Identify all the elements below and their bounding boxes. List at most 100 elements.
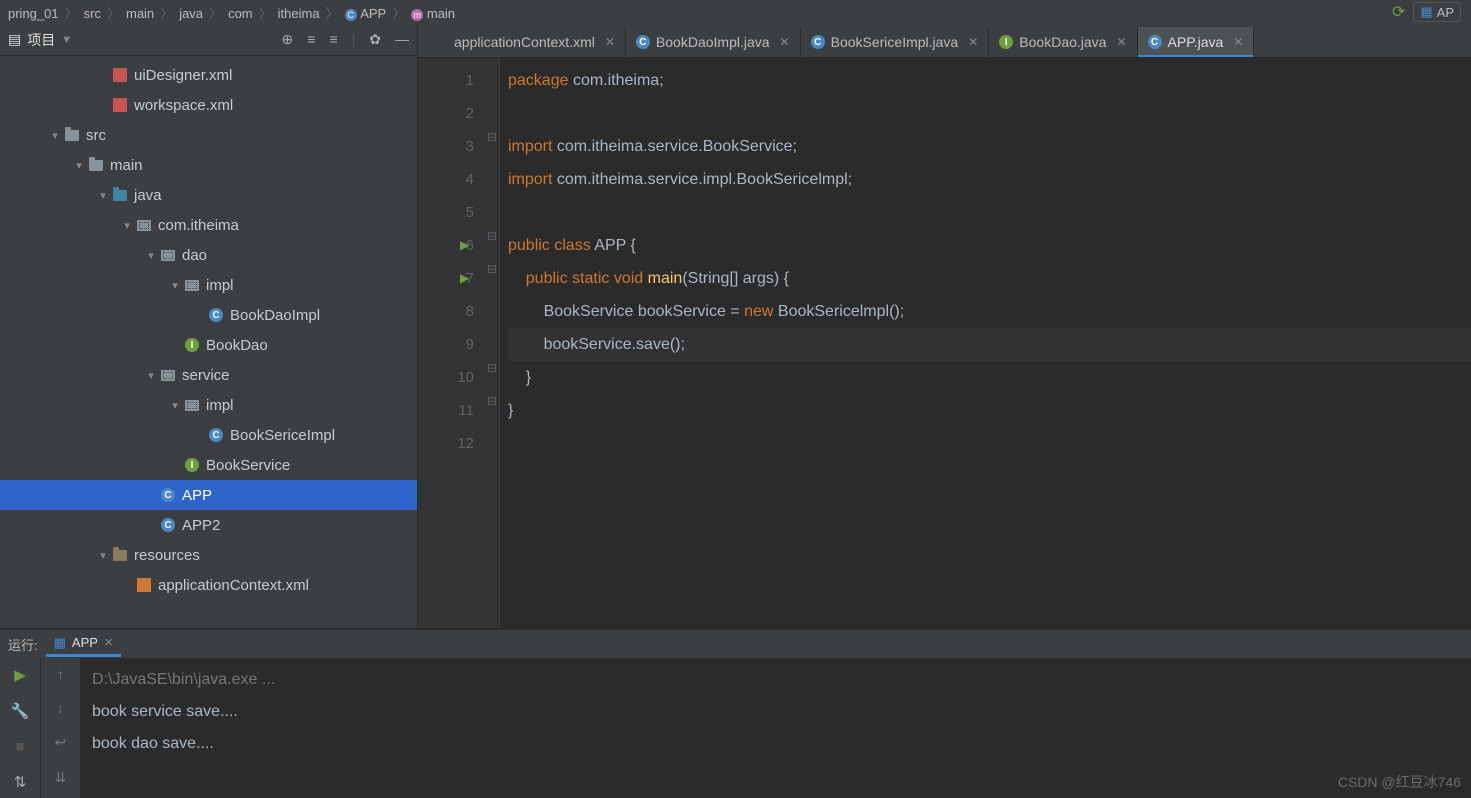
project-tool-window: ▤ 项目 ▼ ⊕ ≡ ≡ | ✿ — uiDesigner.xml workspa… xyxy=(0,24,418,628)
breadcrumb: pring_01〉src〉main〉java〉com〉itheima〉C APP… xyxy=(0,0,1471,24)
tree-node[interactable]: workspace.xml xyxy=(0,90,417,120)
iface-icon: I xyxy=(999,35,1013,49)
tree-node[interactable]: ▾src xyxy=(0,120,417,150)
breadcrumb-item[interactable]: pring_01 xyxy=(6,6,61,21)
watermark: CSDN @红豆冰746 xyxy=(1338,772,1461,792)
folder-res-icon xyxy=(112,547,128,563)
close-icon[interactable]: ✕ xyxy=(605,35,615,49)
xml2-icon xyxy=(136,577,152,593)
close-icon[interactable]: ✕ xyxy=(104,636,113,649)
sync-icon[interactable]: ⟳ xyxy=(1392,2,1405,22)
breadcrumb-item[interactable]: java xyxy=(177,6,205,21)
editor-tab[interactable]: CBookSericeImpl.java✕ xyxy=(801,27,990,57)
tree-node[interactable]: ▾java xyxy=(0,180,417,210)
tree-node[interactable]: I BookDao xyxy=(0,330,417,360)
tree-label: APP xyxy=(182,487,212,504)
tab-label: APP.java xyxy=(1168,34,1224,50)
tree-node[interactable]: ▾resources xyxy=(0,540,417,570)
folder-blue-icon xyxy=(112,187,128,203)
class-run-icon: C xyxy=(160,487,176,503)
locate-icon[interactable]: ⊕ xyxy=(282,31,294,48)
project-title: 项目 xyxy=(27,30,55,50)
pkg-icon xyxy=(184,277,200,293)
tree-node[interactable]: applicationContext.xml xyxy=(0,570,417,600)
hide-icon[interactable]: — xyxy=(395,31,409,48)
run-tab[interactable]: ▦ APP ✕ xyxy=(46,632,122,657)
tree-node[interactable]: C BookSericeImpl xyxy=(0,420,417,450)
expand-icon[interactable]: ≡ xyxy=(307,31,315,48)
tab-label: BookDao.java xyxy=(1019,34,1106,50)
class-icon: C xyxy=(811,35,825,49)
run-label: 运行: xyxy=(8,635,38,654)
iface-icon: I xyxy=(184,337,200,353)
editor-tab[interactable]: CAPP.java✕ xyxy=(1138,27,1255,57)
tree-node[interactable]: ▾main xyxy=(0,150,417,180)
breadcrumb-item[interactable]: itheima xyxy=(276,6,322,21)
tree-label: resources xyxy=(134,547,200,564)
pkg-icon xyxy=(184,397,200,413)
tree-label: BookService xyxy=(206,457,290,474)
tree-node[interactable]: IBookService xyxy=(0,450,417,480)
tree-label: src xyxy=(86,127,106,144)
tree-label: applicationContext.xml xyxy=(158,577,309,594)
close-icon[interactable]: ✕ xyxy=(1233,35,1243,49)
breadcrumb-item[interactable]: main xyxy=(124,6,156,21)
tree-label: workspace.xml xyxy=(134,97,233,114)
tree-node[interactable]: C APP2 xyxy=(0,510,417,540)
dropdown-icon[interactable]: ▼ xyxy=(61,34,72,46)
tree-node[interactable]: ▾com.itheima xyxy=(0,210,417,240)
folder-icon xyxy=(88,157,104,173)
wrench-icon[interactable]: 🔧 xyxy=(11,702,30,720)
close-icon[interactable]: ✕ xyxy=(968,35,978,49)
tree-label: impl xyxy=(206,397,234,414)
close-icon[interactable]: ✕ xyxy=(780,35,790,49)
tree-label: BookSericeImpl xyxy=(230,427,335,444)
editor-tab[interactable]: I BookDao.java ✕ xyxy=(989,27,1137,57)
tree-label: BookDao xyxy=(206,337,268,354)
tree-node[interactable]: ▾impl xyxy=(0,390,417,420)
editor-tab[interactable]: CBookDaoImpl.java✕ xyxy=(626,27,801,57)
class-run-icon: C xyxy=(160,517,176,533)
breadcrumb-item[interactable]: C APP xyxy=(343,6,389,21)
breadcrumb-item[interactable]: src xyxy=(82,6,103,21)
editor-tab[interactable]: applicationContext.xml ✕ xyxy=(424,27,626,57)
project-tree[interactable]: uiDesigner.xml workspace.xml ▾src▾main▾jav… xyxy=(0,56,417,628)
collapse-icon[interactable]: ≡ xyxy=(329,31,337,48)
stop-icon[interactable]: ■ xyxy=(15,738,24,755)
divider: | xyxy=(352,31,356,48)
tree-node[interactable]: ▾dao xyxy=(0,240,417,270)
run-output[interactable]: D:\JavaSE\bin\java.exe ...book service s… xyxy=(80,658,1471,798)
class-icon: C xyxy=(208,427,224,443)
tree-label: uiDesigner.xml xyxy=(134,67,232,84)
tree-label: BookDaoImpl xyxy=(230,307,320,324)
run-tool-window: 运行: ▦ APP ✕ ▶ 🔧 ■ ⇅ ↑ ↓ ↩ ⇊ D:\JavaSE\bi… xyxy=(0,628,1471,798)
run-subtoolbar: ↑ ↓ ↩ ⇊ xyxy=(40,658,80,798)
project-header: ▤ 项目 ▼ ⊕ ≡ ≡ | ✿ — xyxy=(0,24,417,56)
code-editor[interactable]: 123456789101112 ⊟⊟⊟⊟⊟ package com.itheim… xyxy=(418,58,1471,628)
down-icon[interactable]: ↓ xyxy=(57,700,64,716)
scroll-icon[interactable]: ⇊ xyxy=(55,769,67,786)
layout-icon[interactable]: ⇅ xyxy=(14,773,27,791)
rerun-icon[interactable]: ▶ xyxy=(14,666,26,684)
up-icon[interactable]: ↑ xyxy=(57,666,64,682)
wrap-icon[interactable]: ↩ xyxy=(55,734,67,751)
breadcrumb-item[interactable]: m main xyxy=(409,6,457,21)
run-toolbar: ▶ 🔧 ■ ⇅ xyxy=(0,658,40,798)
class-icon: C xyxy=(636,35,650,49)
tree-node[interactable]: CBookDaoImpl xyxy=(0,300,417,330)
tree-node[interactable]: C APP xyxy=(0,480,417,510)
project-icon: ▤ xyxy=(8,31,21,48)
close-icon[interactable]: ✕ xyxy=(1116,35,1126,49)
breadcrumb-item[interactable]: com xyxy=(226,6,255,21)
tab-label: applicationContext.xml xyxy=(454,34,595,50)
folder-icon xyxy=(64,127,80,143)
settings-icon[interactable]: ✿ xyxy=(369,31,381,48)
tree-node[interactable]: ▾impl xyxy=(0,270,417,300)
tree-node[interactable]: ▾service xyxy=(0,360,417,390)
editor-tabs[interactable]: applicationContext.xml✕CBookDaoImpl.java… xyxy=(418,24,1471,58)
xml-icon xyxy=(112,67,128,83)
tree-label: service xyxy=(182,367,230,384)
run-config-button[interactable]: ▦AP xyxy=(1413,2,1461,22)
tree-label: APP2 xyxy=(182,517,220,534)
tree-node[interactable]: uiDesigner.xml xyxy=(0,60,417,90)
